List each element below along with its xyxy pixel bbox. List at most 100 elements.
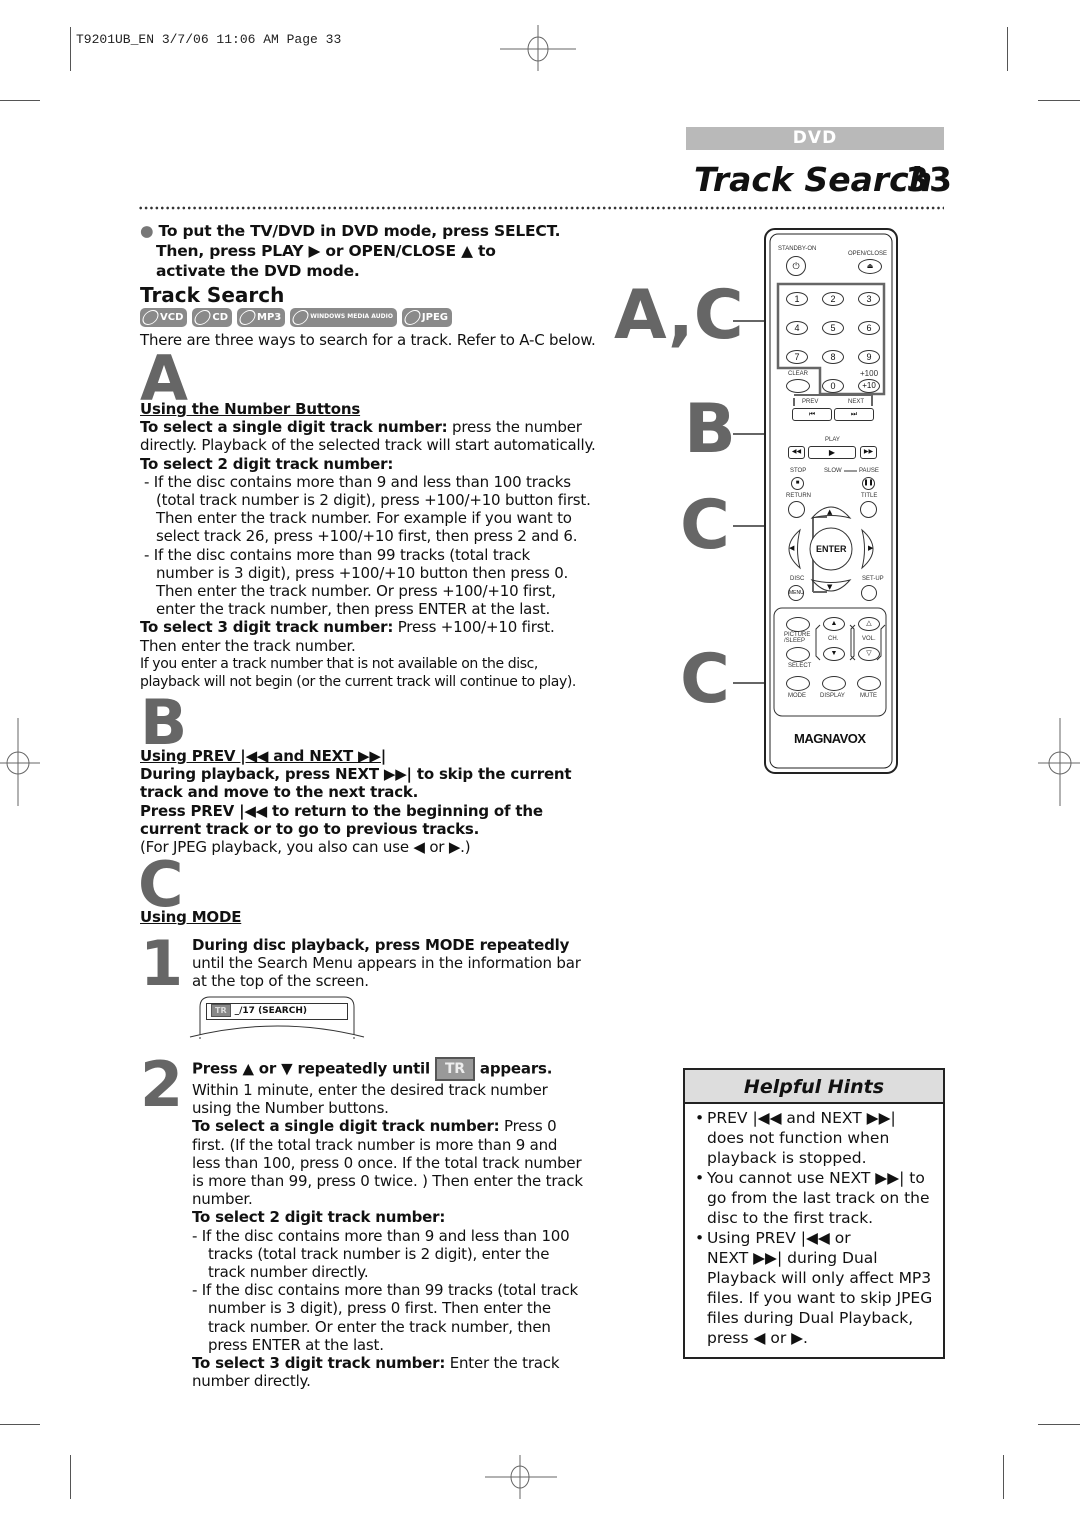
callout-c-mode: C xyxy=(680,640,730,719)
label-pause: PAUSE xyxy=(859,468,879,474)
registration-mark-left xyxy=(0,718,40,806)
intro-instructions: ● To put the TV/DVD in DVD mode, press S… xyxy=(140,222,561,280)
crop-mark xyxy=(1003,1455,1004,1499)
power-button[interactable]: ⏻ xyxy=(786,256,806,276)
digit-1-button[interactable]: 1 xyxy=(786,292,808,306)
disc-menu-button[interactable]: MENU xyxy=(788,585,804,601)
skip-forward-icon: ⏭ xyxy=(850,411,858,418)
channel-up-button[interactable]: ▲ xyxy=(823,617,845,631)
title-button[interactable] xyxy=(860,501,877,518)
section-letter-b: B xyxy=(140,686,188,759)
section-b-body: Using PREV |◀◀ and NEXT ▶▶| During playb… xyxy=(140,747,572,857)
plus10-button[interactable]: +10 xyxy=(858,379,880,393)
section-c-heading: Using MODE xyxy=(140,908,242,926)
hint-item: You cannot use NEXT ▶▶| togo from the la… xyxy=(695,1168,933,1228)
fast-forward-button[interactable]: ▶▶ xyxy=(860,446,877,459)
digit-4-button[interactable]: 4 xyxy=(786,321,808,335)
crop-mark xyxy=(0,100,40,101)
down-outline-icon: ▽ xyxy=(866,650,872,657)
crop-mark xyxy=(70,27,71,71)
right-arrow-button[interactable]: ▶ xyxy=(868,544,873,552)
label-title: TITLE xyxy=(861,493,878,499)
play-icon: ▶ xyxy=(828,448,836,457)
select-button[interactable] xyxy=(786,647,810,662)
down-icon: ▼ xyxy=(830,650,838,657)
label-mode: MODE xyxy=(788,693,806,699)
down-arrow-button[interactable]: ▼ xyxy=(827,583,832,591)
stop-button[interactable]: ■ xyxy=(791,477,804,490)
label-return: RETURN xyxy=(786,493,811,499)
mp3-disc-icon: MP3 xyxy=(237,308,286,327)
digit-7-button[interactable]: 7 xyxy=(786,350,808,364)
prev-button[interactable]: ⏮ xyxy=(792,408,832,421)
label-select: SELECT xyxy=(788,663,812,669)
up-arrow-button[interactable]: ▲ xyxy=(827,508,832,516)
digit-9-button[interactable]: 9 xyxy=(858,350,880,364)
brand-logo: MAGNAVOX xyxy=(794,731,866,746)
setup-button[interactable] xyxy=(861,585,877,601)
rewind-button[interactable]: ◀◀ xyxy=(788,446,805,459)
crop-mark xyxy=(1038,1424,1080,1425)
display-button[interactable] xyxy=(822,676,846,691)
dotted-divider xyxy=(138,206,944,210)
step-number-1: 1 xyxy=(140,927,184,1000)
section-a-body: Using the Number Buttons To select a sin… xyxy=(140,400,596,691)
power-icon: ⏻ xyxy=(792,261,800,271)
digit-6-button[interactable]: 6 xyxy=(858,321,880,335)
label-setup: SET-UP xyxy=(862,576,884,582)
label-next: NEXT xyxy=(848,399,865,405)
left-arrow-button[interactable]: ◀ xyxy=(789,544,794,552)
volume-down-button[interactable]: ▽ xyxy=(858,647,880,661)
mute-button[interactable] xyxy=(857,676,881,691)
rewind-icon: ◀◀ xyxy=(791,449,802,455)
up-icon: ▲ xyxy=(830,620,838,627)
callout-ac: A,C xyxy=(614,276,744,355)
label-clear: CLEAR xyxy=(788,371,809,377)
up-outline-icon: △ xyxy=(866,620,872,627)
label-picture-sleep: PICTURE /SLEEP xyxy=(784,632,811,644)
helpful-hints-box: Helpful Hints PREV |◀◀ and NEXT ▶▶|does … xyxy=(683,1068,945,1359)
next-button[interactable]: ⏭ xyxy=(834,408,874,421)
hint-item: PREV |◀◀ and NEXT ▶▶|does not function w… xyxy=(695,1108,933,1168)
digit-0-button[interactable]: 0 xyxy=(822,379,844,393)
tr-icon: TR xyxy=(211,1004,231,1017)
pause-icon: ❚❚ xyxy=(863,480,874,486)
mode-button[interactable] xyxy=(786,676,810,691)
channel-down-button[interactable]: ▼ xyxy=(823,647,845,661)
disc-type-icons: VCD CD MP3 WINDOWS MEDIA AUDIO JPEG xyxy=(140,307,457,327)
label-plus100: +100 xyxy=(860,369,879,378)
vcd-disc-icon: VCD xyxy=(140,308,188,327)
label-disc: DISC xyxy=(790,576,805,582)
open-close-button[interactable]: ⏏ xyxy=(858,259,882,274)
section-letter-a: A xyxy=(140,342,188,415)
jpeg-disc-icon: JPEG xyxy=(401,308,453,327)
label-slow: SLOW xyxy=(824,468,842,474)
digit-3-button[interactable]: 3 xyxy=(858,292,880,306)
osd-search-bar: TR _/17 (SEARCH) xyxy=(206,1003,348,1020)
digit-2-button[interactable]: 2 xyxy=(822,292,844,306)
label-standby: STANDBY-ON xyxy=(778,246,817,252)
callout-c: C xyxy=(680,486,730,565)
play-button[interactable]: ▶ xyxy=(808,446,856,459)
step-number-2: 2 xyxy=(140,1048,184,1121)
registration-mark-right xyxy=(1038,718,1080,806)
volume-up-button[interactable]: △ xyxy=(858,617,880,631)
step-1-body: During disc playback, press MODE repeate… xyxy=(192,936,581,991)
bullet-icon: ● xyxy=(140,222,154,240)
digit-8-button[interactable]: 8 xyxy=(822,350,844,364)
fast-forward-icon: ▶▶ xyxy=(863,449,874,455)
clear-button[interactable] xyxy=(786,379,810,393)
return-button[interactable] xyxy=(788,501,805,518)
pause-button[interactable]: ❚❚ xyxy=(862,477,875,490)
section-letter-c: C xyxy=(138,848,184,921)
enter-button[interactable]: ENTER xyxy=(816,544,847,554)
picture-sleep-button[interactable] xyxy=(786,617,810,632)
registration-mark-top xyxy=(500,25,576,71)
page-number: 33 xyxy=(906,160,952,199)
stop-icon: ■ xyxy=(795,480,800,486)
cd-disc-icon: CD xyxy=(192,308,233,327)
hints-list: PREV |◀◀ and NEXT ▶▶|does not function w… xyxy=(685,1104,943,1348)
label-open-close: OPEN/CLOSE xyxy=(848,251,888,257)
digit-5-button[interactable]: 5 xyxy=(822,321,844,335)
page-title: Track Search xyxy=(694,160,933,199)
